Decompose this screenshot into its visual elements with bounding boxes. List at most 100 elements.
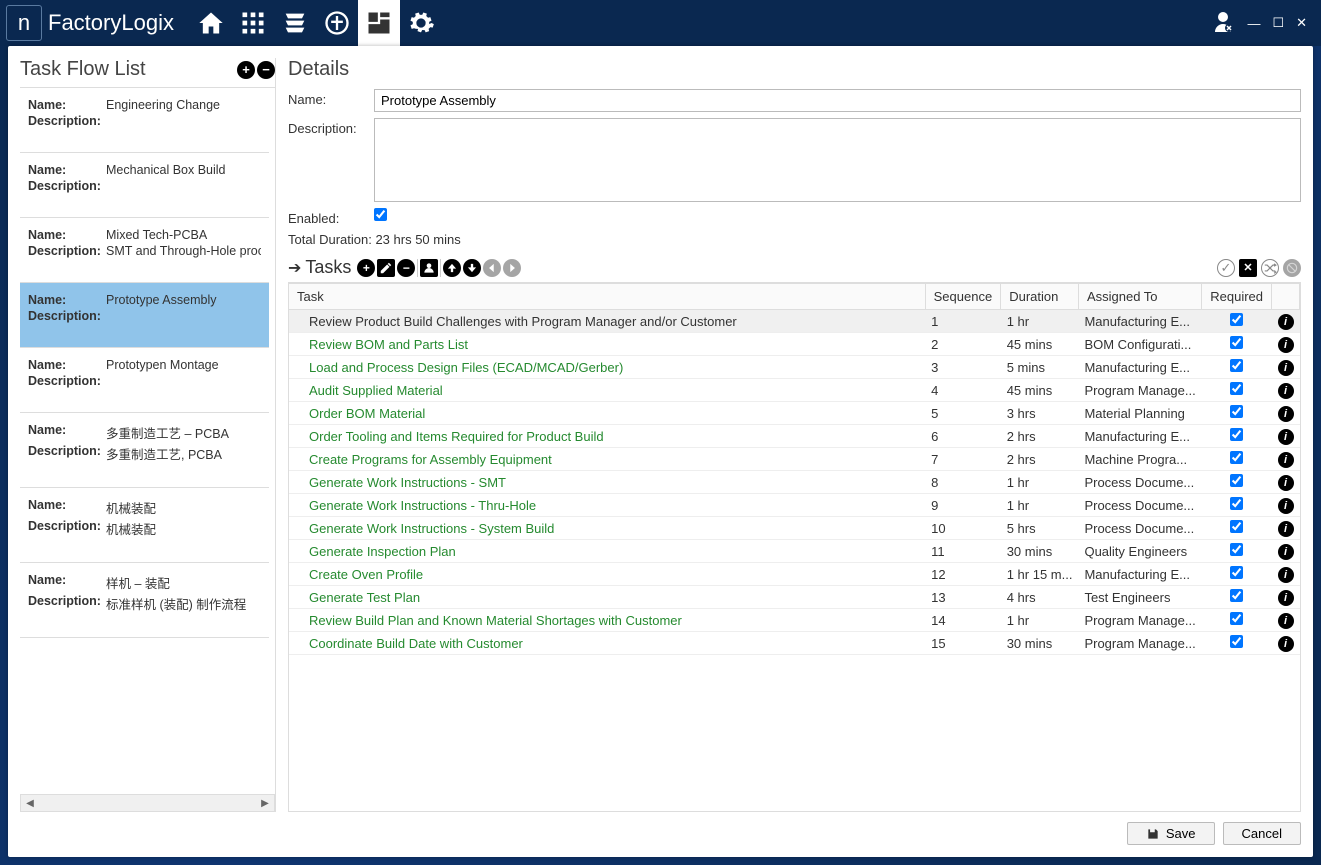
task-edit-button[interactable] xyxy=(377,259,395,277)
col-assigned[interactable]: Assigned To xyxy=(1078,284,1201,310)
shuffle-icon[interactable] xyxy=(1261,259,1279,277)
form-icon[interactable] xyxy=(358,0,400,46)
task-asgn-cell: Manufacturing E... xyxy=(1078,563,1201,586)
info-icon[interactable]: i xyxy=(1278,383,1294,399)
user-icon[interactable] xyxy=(1211,10,1235,37)
grid-icon[interactable] xyxy=(232,0,274,46)
task-required-checkbox[interactable] xyxy=(1230,451,1243,464)
task-required-checkbox[interactable] xyxy=(1230,474,1243,487)
task-seq-cell: 6 xyxy=(925,425,1001,448)
window-controls: — ☐ ✕ xyxy=(1211,10,1315,37)
task-required-checkbox[interactable] xyxy=(1230,405,1243,418)
globe-icon[interactable] xyxy=(316,0,358,46)
task-row[interactable]: Load and Process Design Files (ECAD/MCAD… xyxy=(289,356,1300,379)
info-icon[interactable]: i xyxy=(1278,498,1294,514)
task-row[interactable]: Generate Test Plan134 hrsTest Engineersi xyxy=(289,586,1300,609)
col-duration[interactable]: Duration xyxy=(1001,284,1079,310)
info-icon[interactable]: i xyxy=(1278,567,1294,583)
clear-icon[interactable]: ✕ xyxy=(1239,259,1257,277)
task-row[interactable]: Generate Inspection Plan1130 minsQuality… xyxy=(289,540,1300,563)
task-row[interactable]: Create Oven Profile121 hr 15 m...Manufac… xyxy=(289,563,1300,586)
task-row[interactable]: Create Programs for Assembly Equipment72… xyxy=(289,448,1300,471)
task-seq-cell: 14 xyxy=(925,609,1001,632)
description-input[interactable] xyxy=(374,118,1301,202)
task-required-checkbox[interactable] xyxy=(1230,566,1243,579)
flow-list-hscroll[interactable]: ◀▶ xyxy=(20,794,275,812)
task-table[interactable]: Task Sequence Duration Assigned To Requi… xyxy=(288,283,1301,812)
info-icon[interactable]: i xyxy=(1278,429,1294,445)
task-row[interactable]: Coordinate Build Date with Customer1530 … xyxy=(289,632,1300,655)
info-icon[interactable]: i xyxy=(1278,590,1294,606)
flow-item[interactable]: Name:多重制造工艺 – PCBADescription:多重制造工艺, PC… xyxy=(20,413,269,488)
save-button[interactable]: Save xyxy=(1127,822,1215,845)
task-row[interactable]: Order BOM Material53 hrsMaterial Plannin… xyxy=(289,402,1300,425)
task-row[interactable]: Generate Work Instructions - SMT81 hrPro… xyxy=(289,471,1300,494)
task-flow-list-title: Task Flow List xyxy=(20,58,146,81)
col-task[interactable]: Task xyxy=(289,284,925,310)
flow-name-value: Prototypen Montage xyxy=(106,358,261,372)
home-icon[interactable] xyxy=(190,0,232,46)
col-sequence[interactable]: Sequence xyxy=(925,284,1001,310)
flow-item[interactable]: Name:机械装配Description:机械装配 xyxy=(20,488,269,563)
titlebar: n FactoryLogix — ☐ ✕ xyxy=(0,0,1321,46)
info-icon[interactable]: i xyxy=(1278,475,1294,491)
flow-item[interactable]: Name:Engineering ChangeDescription: xyxy=(20,88,269,153)
task-required-checkbox[interactable] xyxy=(1230,313,1243,326)
task-required-checkbox[interactable] xyxy=(1230,382,1243,395)
info-icon[interactable]: i xyxy=(1278,521,1294,537)
flow-item[interactable]: Name:Mixed Tech-PCBADescription:SMT and … xyxy=(20,218,269,283)
flow-name-label: Name: xyxy=(28,293,106,307)
info-icon[interactable]: i xyxy=(1278,337,1294,353)
maximize-button[interactable]: ☐ xyxy=(1272,15,1284,31)
info-icon[interactable]: i xyxy=(1278,360,1294,376)
stack-icon[interactable] xyxy=(274,0,316,46)
details-title: Details xyxy=(288,58,1301,81)
info-icon[interactable]: i xyxy=(1278,636,1294,652)
flow-item[interactable]: Name:Prototypen MontageDescription: xyxy=(20,348,269,413)
info-icon[interactable]: i xyxy=(1278,452,1294,468)
task-row[interactable]: Audit Supplied Material445 minsProgram M… xyxy=(289,379,1300,402)
task-asgn-cell: Program Manage... xyxy=(1078,632,1201,655)
task-remove-button[interactable]: − xyxy=(397,259,415,277)
minimize-button[interactable]: — xyxy=(1247,16,1260,31)
flow-item[interactable]: Name:Mechanical Box BuildDescription: xyxy=(20,153,269,218)
col-required[interactable]: Required xyxy=(1202,284,1272,310)
task-row[interactable]: Review BOM and Parts List245 minsBOM Con… xyxy=(289,333,1300,356)
task-assign-button[interactable] xyxy=(420,259,438,277)
task-required-checkbox[interactable] xyxy=(1230,520,1243,533)
task-required-checkbox[interactable] xyxy=(1230,497,1243,510)
task-name-cell: Review Build Plan and Known Material Sho… xyxy=(289,609,925,632)
task-move-down-button[interactable] xyxy=(463,259,481,277)
info-icon[interactable]: i xyxy=(1278,544,1294,560)
task-row[interactable]: Review Product Build Challenges with Pro… xyxy=(289,310,1300,333)
remove-flow-button[interactable]: − xyxy=(257,61,275,79)
add-flow-button[interactable]: + xyxy=(237,61,255,79)
task-required-checkbox[interactable] xyxy=(1230,359,1243,372)
gear-icon[interactable] xyxy=(400,0,442,46)
flow-item[interactable]: Name:样机 – 装配Description:标准样机 (装配) 制作流程 xyxy=(20,563,269,638)
task-required-checkbox[interactable] xyxy=(1230,336,1243,349)
task-dur-cell: 5 hrs xyxy=(1001,517,1079,540)
flow-item[interactable]: Name:Prototype AssemblyDescription: xyxy=(20,283,269,348)
info-icon[interactable]: i xyxy=(1278,314,1294,330)
flow-desc-label: Description: xyxy=(28,594,106,613)
name-input[interactable] xyxy=(374,89,1301,112)
task-required-checkbox[interactable] xyxy=(1230,589,1243,602)
cancel-button[interactable]: Cancel xyxy=(1223,822,1301,845)
task-required-checkbox[interactable] xyxy=(1230,428,1243,441)
close-button[interactable]: ✕ xyxy=(1296,15,1307,31)
task-row[interactable]: Review Build Plan and Known Material Sho… xyxy=(289,609,1300,632)
task-required-checkbox[interactable] xyxy=(1230,612,1243,625)
task-row[interactable]: Generate Work Instructions - System Buil… xyxy=(289,517,1300,540)
info-icon[interactable]: i xyxy=(1278,613,1294,629)
task-move-up-button[interactable] xyxy=(443,259,461,277)
info-icon[interactable]: i xyxy=(1278,406,1294,422)
flow-list[interactable]: Name:Engineering ChangeDescription:Name:… xyxy=(20,87,275,794)
task-row[interactable]: Order Tooling and Items Required for Pro… xyxy=(289,425,1300,448)
task-required-checkbox[interactable] xyxy=(1230,543,1243,556)
task-row[interactable]: Generate Work Instructions - Thru-Hole91… xyxy=(289,494,1300,517)
task-add-button[interactable]: + xyxy=(357,259,375,277)
apply-icon[interactable]: ✓ xyxy=(1217,259,1235,277)
task-required-checkbox[interactable] xyxy=(1230,635,1243,648)
enabled-checkbox[interactable] xyxy=(374,208,387,221)
